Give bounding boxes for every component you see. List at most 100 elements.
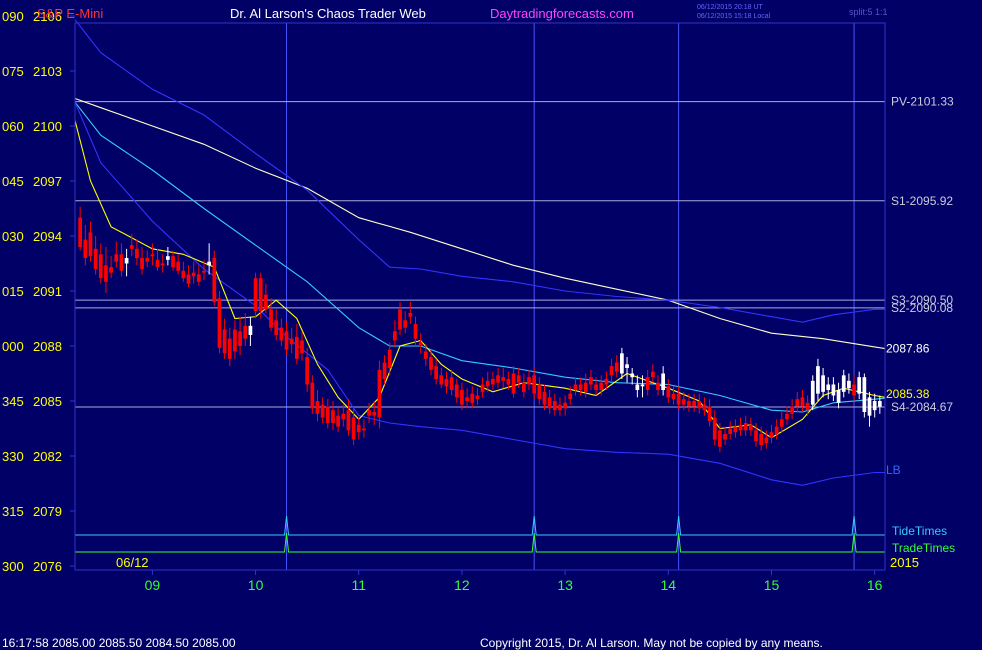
candle-body (527, 377, 531, 385)
candle-body (614, 362, 619, 372)
candle-body (413, 324, 418, 339)
candle-body (465, 397, 469, 401)
x-tick-label: 10 (248, 577, 264, 593)
candle-body (104, 265, 108, 282)
candle-body (620, 353, 624, 374)
y-price-tick-label: 2103 (33, 64, 62, 79)
candle-body (511, 373, 516, 394)
candle-body (124, 258, 129, 264)
candle-body (217, 298, 222, 348)
y-time-tick-label: 075 (2, 64, 24, 79)
candle-body (749, 424, 753, 431)
candle-body (398, 309, 402, 330)
y-time-tick-label: 300 (2, 559, 24, 574)
candle-body (681, 399, 686, 405)
y-time-tick-label: 000 (2, 339, 24, 354)
y-time-tick-label: 015 (2, 284, 24, 299)
candle-body (238, 331, 242, 346)
candle-body (728, 428, 733, 434)
candle-body (212, 258, 217, 302)
candle-body (491, 379, 495, 385)
candle-body (196, 274, 201, 282)
level-label: S2-2090.08 (891, 301, 953, 315)
candle-body (635, 384, 640, 390)
candle-body (171, 256, 175, 268)
candle-body (129, 245, 134, 249)
candle-body (160, 263, 165, 266)
candle-body (738, 424, 743, 431)
candle-body (733, 426, 738, 433)
site-link[interactable]: Daytradingforecasts.com (490, 6, 634, 21)
candle-body (98, 254, 103, 279)
y-price-tick-label: 2085 (33, 394, 62, 409)
candle-body (325, 406, 330, 423)
candle-body (274, 320, 279, 335)
y-time-tick-label: 330 (2, 449, 24, 464)
candle-body (847, 380, 851, 389)
pulse-row-label: TradeTimes (892, 541, 955, 555)
candle-body (444, 379, 449, 387)
candle-body (403, 320, 408, 328)
candle-body (181, 270, 186, 279)
candle-body (408, 313, 413, 317)
y-price-tick-label: 2079 (33, 504, 62, 519)
candle-body (697, 401, 702, 409)
candle-body (418, 342, 423, 346)
candle-body (506, 379, 511, 385)
candle-body (305, 357, 310, 385)
candle-body (785, 413, 789, 420)
candle-body (583, 382, 588, 392)
candle-body (78, 217, 83, 247)
candle-body (810, 380, 815, 405)
candle-body (294, 336, 299, 359)
candle-body (119, 254, 124, 271)
candle (212, 250, 217, 306)
candle-body (83, 239, 88, 258)
candle-body (439, 375, 444, 385)
candle-body (769, 432, 774, 438)
candle-body (367, 410, 371, 416)
candle-body (821, 375, 825, 392)
candle-body (300, 340, 304, 354)
candle-body (666, 386, 671, 398)
level-label: PV-2101.33 (891, 95, 954, 109)
year-label: 2015 (890, 555, 919, 570)
level-label: S1-2095.92 (891, 194, 953, 208)
candle-body (202, 270, 206, 273)
candle-body (248, 325, 253, 335)
candle-body (258, 278, 263, 312)
candle-body (387, 349, 392, 368)
candle-body (109, 267, 113, 273)
chart: PV-2101.33S1-2095.92S3-2090.50S2-2090.08… (0, 0, 982, 650)
candle-body (315, 401, 320, 414)
candle-body (429, 357, 433, 370)
candle-body (568, 393, 573, 400)
candle-body (233, 329, 237, 352)
candle-body (645, 377, 650, 390)
candle-body (692, 401, 696, 407)
candle-body (186, 274, 191, 284)
candle-body (284, 331, 289, 350)
candle-body (150, 254, 155, 257)
y-price-tick-label: 2088 (33, 339, 62, 354)
candle-body (166, 256, 170, 260)
y-time-tick-label: 060 (2, 119, 24, 134)
candle-body (521, 382, 526, 392)
candle-body (243, 325, 248, 339)
candle-body (640, 384, 645, 387)
candle-body (718, 430, 722, 447)
candle-body (191, 272, 196, 277)
candle-body (656, 382, 660, 390)
x-tick-label: 13 (557, 577, 573, 593)
candle-body (331, 410, 335, 423)
candle-body (176, 261, 181, 271)
candle-body (573, 384, 578, 390)
last-quote: 16:17:58 2085.00 2085.50 2084.50 2085.00 (2, 636, 236, 650)
candle-body (480, 384, 485, 392)
y-price-tick-label: 2094 (33, 229, 62, 244)
candle-body (222, 329, 227, 354)
candle-body (630, 373, 635, 378)
candle-body (114, 254, 119, 262)
candle-body (423, 351, 428, 359)
copyright: Copyright 2015, Dr. Al Larson. May not b… (480, 636, 823, 650)
